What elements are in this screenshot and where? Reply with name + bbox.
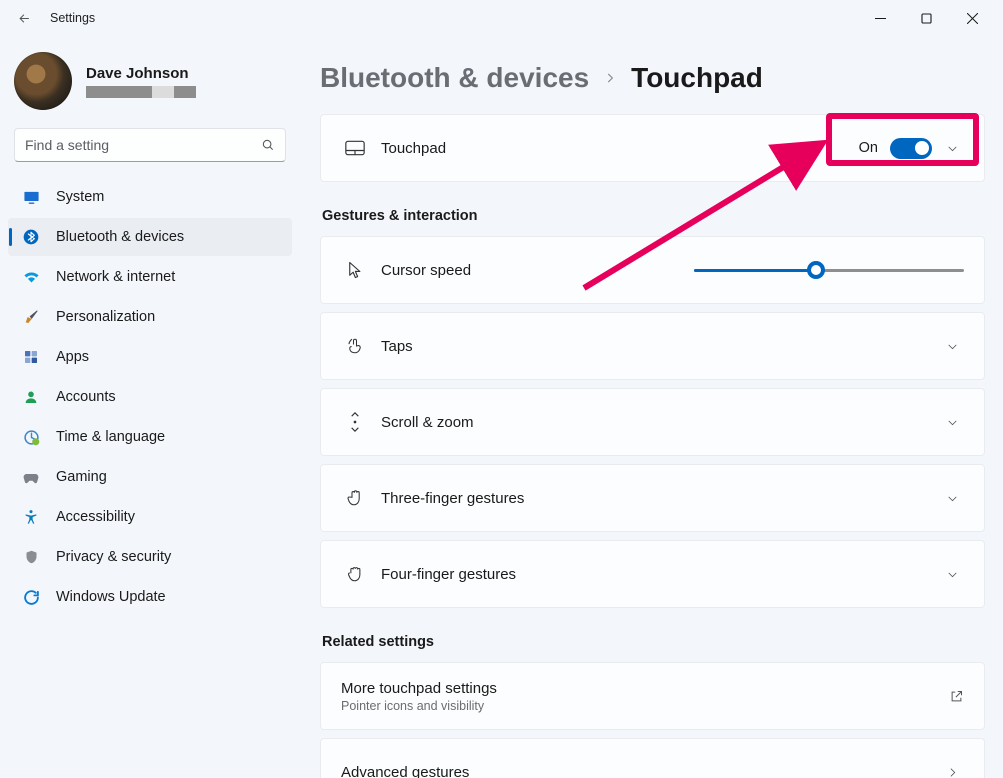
- user-block[interactable]: Dave Johnson: [8, 46, 292, 124]
- sidebar-item-accounts[interactable]: Accounts: [8, 378, 292, 416]
- window-title: Settings: [50, 11, 95, 25]
- chevron-down-icon: [940, 492, 964, 505]
- external-link-icon: [949, 689, 964, 704]
- sidebar-item-label: System: [56, 189, 104, 205]
- avatar: [14, 52, 72, 110]
- tap-icon: [341, 337, 369, 355]
- scroll-zoom-card[interactable]: Scroll & zoom: [320, 388, 985, 456]
- more-touchpad-card[interactable]: More touchpad settings Pointer icons and…: [320, 662, 985, 730]
- page-title: Touchpad: [631, 62, 763, 94]
- chevron-down-icon: [940, 340, 964, 353]
- cursor-speed-card: Cursor speed: [320, 236, 985, 304]
- breadcrumb: Bluetooth & devices Touchpad: [320, 62, 985, 94]
- chevron-down-icon: [940, 416, 964, 429]
- titlebar: Settings: [0, 0, 1003, 36]
- sidebar-item-label: Privacy & security: [56, 549, 171, 565]
- more-touchpad-sub: Pointer icons and visibility: [341, 699, 497, 713]
- chevron-down-icon[interactable]: [940, 142, 964, 155]
- close-button[interactable]: [949, 2, 995, 34]
- user-email-redacted: [86, 86, 196, 98]
- sidebar-item-label: Network & internet: [56, 269, 175, 285]
- scroll-zoom-label: Scroll & zoom: [381, 414, 474, 431]
- scroll-icon: [341, 412, 369, 432]
- back-button[interactable]: [8, 2, 40, 34]
- sidebar-item-privacy[interactable]: Privacy & security: [8, 538, 292, 576]
- clock-globe-icon: [22, 428, 40, 446]
- sidebar-item-personalization[interactable]: Personalization: [8, 298, 292, 336]
- three-finger-card[interactable]: Three-finger gestures: [320, 464, 985, 532]
- sidebar-item-accessibility[interactable]: Accessibility: [8, 498, 292, 536]
- wifi-icon: [22, 268, 40, 286]
- sidebar-item-apps[interactable]: Apps: [8, 338, 292, 376]
- maximize-button[interactable]: [903, 2, 949, 34]
- person-icon: [22, 388, 40, 406]
- apps-icon: [22, 348, 40, 366]
- chevron-down-icon: [940, 568, 964, 581]
- touchpad-icon: [341, 140, 369, 156]
- four-finger-label: Four-finger gestures: [381, 566, 516, 583]
- taps-card[interactable]: Taps: [320, 312, 985, 380]
- sidebar-item-label: Personalization: [56, 309, 155, 325]
- sidebar-item-label: Apps: [56, 349, 89, 365]
- cursor-speed-slider[interactable]: [694, 261, 964, 279]
- main-content: Bluetooth & devices Touchpad Touchpad On: [300, 36, 1003, 778]
- sidebar: Dave Johnson System Bluetooth & devices: [0, 36, 300, 778]
- advanced-gestures-card[interactable]: Advanced gestures: [320, 738, 985, 778]
- sidebar-item-label: Accessibility: [56, 509, 135, 525]
- section-title-related: Related settings: [322, 634, 985, 650]
- search-input[interactable]: [25, 137, 261, 153]
- shield-icon: [22, 548, 40, 566]
- toggle-state-label: On: [859, 140, 878, 156]
- user-name: Dave Johnson: [86, 65, 196, 82]
- minimize-button[interactable]: [857, 2, 903, 34]
- sidebar-item-label: Bluetooth & devices: [56, 229, 184, 245]
- four-finger-card[interactable]: Four-finger gestures: [320, 540, 985, 608]
- hand-icon: [341, 565, 369, 583]
- sidebar-item-bluetooth-devices[interactable]: Bluetooth & devices: [8, 218, 292, 256]
- sidebar-item-label: Gaming: [56, 469, 107, 485]
- sidebar-item-label: Time & language: [56, 429, 165, 445]
- cursor-speed-label: Cursor speed: [381, 262, 471, 279]
- touchpad-toggle[interactable]: [890, 138, 932, 159]
- nav: System Bluetooth & devices Network & int…: [8, 178, 292, 616]
- update-icon: [22, 588, 40, 606]
- more-touchpad-label: More touchpad settings: [341, 680, 497, 697]
- paintbrush-icon: [22, 308, 40, 326]
- sidebar-item-time-language[interactable]: Time & language: [8, 418, 292, 456]
- three-finger-label: Three-finger gestures: [381, 490, 524, 507]
- taps-label: Taps: [381, 338, 413, 355]
- chevron-right-icon: [940, 766, 964, 778]
- accessibility-icon: [22, 508, 40, 526]
- search-box[interactable]: [14, 128, 286, 162]
- breadcrumb-parent[interactable]: Bluetooth & devices: [320, 62, 589, 94]
- cursor-icon: [341, 261, 369, 279]
- touchpad-label: Touchpad: [381, 140, 446, 157]
- advanced-gestures-label: Advanced gestures: [341, 764, 469, 778]
- sidebar-item-windows-update[interactable]: Windows Update: [8, 578, 292, 616]
- window-controls: [857, 2, 995, 34]
- section-title-gestures: Gestures & interaction: [322, 208, 985, 224]
- sidebar-item-label: Accounts: [56, 389, 116, 405]
- sidebar-item-system[interactable]: System: [8, 178, 292, 216]
- sidebar-item-label: Windows Update: [56, 589, 166, 605]
- gamepad-icon: [22, 468, 40, 486]
- bluetooth-icon: [22, 228, 40, 246]
- sidebar-item-network[interactable]: Network & internet: [8, 258, 292, 296]
- sidebar-item-gaming[interactable]: Gaming: [8, 458, 292, 496]
- touchpad-toggle-card[interactable]: Touchpad On: [320, 114, 985, 182]
- search-icon: [261, 138, 275, 152]
- hand-icon: [341, 489, 369, 507]
- chevron-right-icon: [603, 71, 617, 85]
- monitor-icon: [22, 188, 40, 206]
